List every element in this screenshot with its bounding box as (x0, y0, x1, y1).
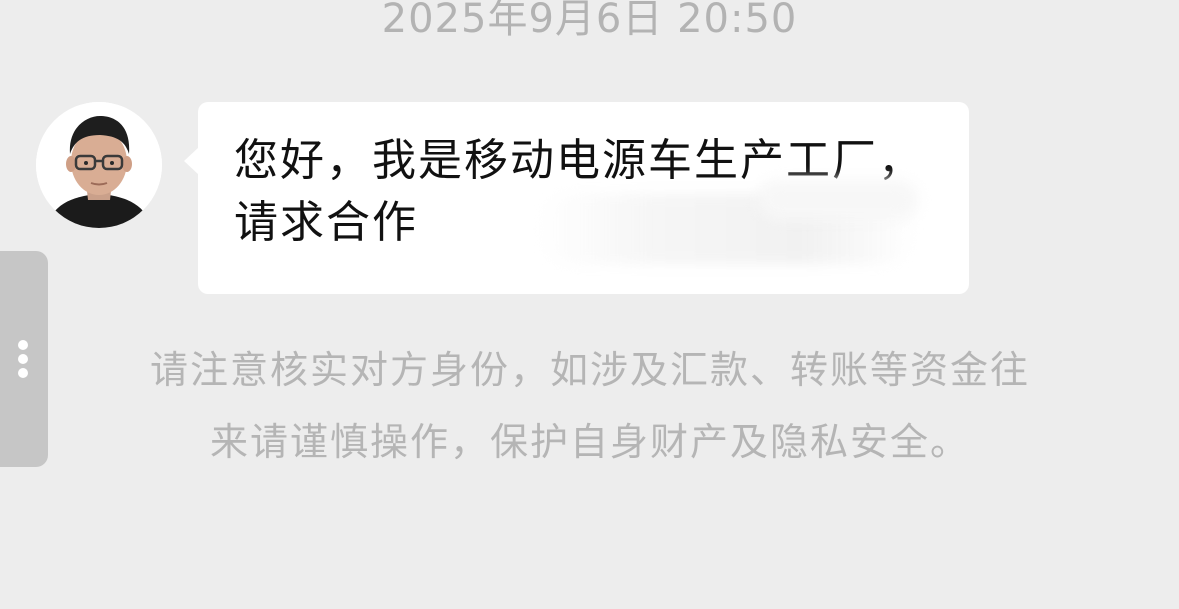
more-vertical-icon (18, 340, 28, 350)
more-vertical-icon (18, 368, 28, 378)
more-vertical-icon (18, 354, 28, 364)
security-notice-line1: 请注意核实对方身份，如涉及汇款、转账等资金往 (149, 348, 1030, 392)
sender-avatar[interactable] (36, 102, 162, 228)
chat-screen: 2025年9月6日 20:50 您好，我是移动电源车生产工厂，请求合作 请注意核… (0, 0, 1179, 609)
security-notice: 请注意核实对方身份，如涉及汇款、转账等资金往 来请谨慎操作，保护自身财产及隐私安… (90, 334, 1090, 478)
avatar-photo-icon (36, 102, 162, 228)
incoming-message-bubble[interactable]: 您好，我是移动电源车生产工厂，请求合作 (184, 102, 969, 294)
redacted-blur-edge (758, 180, 918, 220)
bubble-tail (184, 147, 199, 175)
side-panel-handle[interactable] (0, 251, 48, 467)
security-notice-line2: 来请谨慎操作，保护自身财产及隐私安全。 (209, 420, 970, 464)
message-timestamp: 2025年9月6日 20:50 (381, 0, 798, 42)
